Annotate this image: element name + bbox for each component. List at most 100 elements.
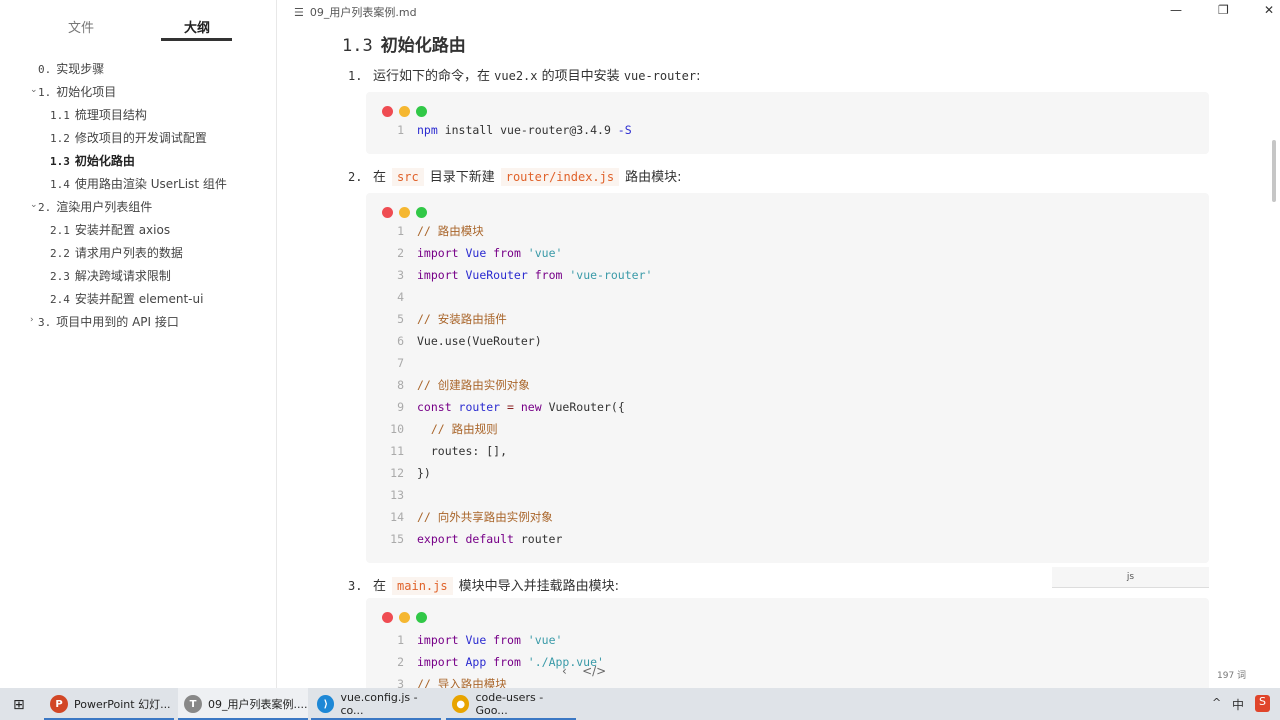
status-bar: ‹ </> bbox=[562, 664, 606, 678]
heading-number: 1.3 bbox=[342, 36, 373, 56]
code-token: // 向外共享路由实例对象 bbox=[417, 510, 553, 524]
code-line: 1 // 路由模块 bbox=[366, 220, 484, 242]
outline-item[interactable]: 2.4 安装并配置 element-ui bbox=[50, 290, 203, 307]
outline-number: 1.1 bbox=[50, 109, 70, 122]
outline-item[interactable]: 2.3 解决跨域请求限制 bbox=[50, 267, 171, 284]
line-number: 3 bbox=[397, 677, 404, 688]
yellow-dot-icon bbox=[399, 207, 410, 218]
outline-number: 2.1 bbox=[50, 224, 70, 237]
code-block-1[interactable]: 1 npm install vue-router@3.4.9 -S bbox=[366, 92, 1209, 154]
taskbar-label: vue.config.js - co... bbox=[340, 691, 418, 717]
inline-code: vue-router bbox=[623, 69, 697, 83]
app-icon: ● bbox=[452, 695, 470, 713]
code-block-3[interactable]: 1 import Vue from 'vue' 2 import App from '… bbox=[366, 598, 1209, 688]
outline-item[interactable]: 2. 渲染用户列表组件 bbox=[38, 198, 152, 215]
tab-files[interactable]: 文件 bbox=[68, 17, 94, 36]
word-count: 197 词 bbox=[1217, 671, 1247, 681]
inline-code: router/index.js bbox=[500, 168, 620, 186]
outline-item[interactable]: 1.2 修改项目的开发调试配置 bbox=[50, 129, 207, 146]
scrollbar[interactable] bbox=[1272, 140, 1276, 202]
outline-number: 1.3 bbox=[50, 155, 70, 168]
outline-item[interactable]: 1.4 使用路由渲染 UserList 组件 bbox=[50, 175, 227, 192]
taskbar-item[interactable]: T 09_用户列表案例.... bbox=[178, 688, 308, 720]
taskbar-label: 09_用户列表案例.... bbox=[208, 698, 308, 711]
code-token: router bbox=[520, 532, 563, 546]
code-token: install vue-router@3.4.9 bbox=[444, 123, 618, 137]
code-line: 15 export default router bbox=[366, 528, 562, 550]
code-line: 1 npm install vue-router@3.4.9 -S bbox=[366, 119, 632, 141]
taskbar-item[interactable]: ⟩ vue.config.js - co... bbox=[311, 688, 441, 720]
step-2: 2. 在 src 目录下新建 router/index.js 路由模块: bbox=[348, 166, 682, 186]
code-token: VueRouter bbox=[465, 268, 535, 282]
outline-item[interactable]: 1. 初始化项目 bbox=[38, 83, 116, 100]
code-line: 14 // 向外共享路由实例对象 bbox=[366, 506, 553, 528]
minimize-button[interactable]: — bbox=[1170, 3, 1182, 17]
close-button[interactable]: ✕ bbox=[1264, 3, 1274, 17]
list-number: 2. bbox=[348, 170, 363, 184]
code-token: from bbox=[493, 633, 528, 647]
outline-label: 使用路由渲染 UserList 组件 bbox=[74, 177, 227, 191]
list-number: 3. bbox=[348, 579, 363, 593]
code-line: 2 import Vue from 'vue' bbox=[366, 242, 562, 264]
outline-number: 2.4 bbox=[50, 293, 70, 306]
menu-icon[interactable]: ☰ bbox=[294, 6, 304, 19]
text: 在 bbox=[373, 579, 387, 594]
outline-label: 梳理项目结构 bbox=[74, 108, 147, 122]
sidebar-toggle-icon[interactable]: ‹ bbox=[562, 664, 567, 678]
tray-chevron-icon[interactable]: ^ bbox=[1212, 696, 1221, 709]
code-token: 'vue' bbox=[527, 633, 563, 647]
taskbar-item[interactable]: ● code-users - Goo... bbox=[446, 688, 576, 720]
code-token: App bbox=[465, 655, 494, 669]
text: 路由模块: bbox=[625, 170, 682, 185]
chevron-right-icon[interactable]: › bbox=[30, 315, 34, 325]
outline-item[interactable]: 2.1 安装并配置 axios bbox=[50, 221, 170, 238]
ime-indicator[interactable]: 中 bbox=[1232, 696, 1244, 713]
input-method-icon[interactable]: S bbox=[1255, 695, 1270, 712]
code-token: // 安装路由插件 bbox=[417, 312, 507, 326]
green-dot-icon bbox=[416, 207, 427, 218]
code-line: 1 import Vue from 'vue' bbox=[366, 629, 562, 651]
taskbar-item[interactable]: P PowerPoint 幻灯... bbox=[44, 688, 174, 720]
windows-start-icon[interactable]: ⊞ bbox=[13, 697, 25, 713]
chevron-down-icon[interactable]: ⌄ bbox=[30, 200, 38, 210]
window-dots bbox=[382, 608, 433, 627]
text: 在 bbox=[373, 170, 387, 185]
line-number: 1 bbox=[397, 224, 404, 238]
outline-label: 实现步骤 bbox=[56, 62, 105, 76]
outline-item[interactable]: 1.3 初始化路由 bbox=[50, 152, 135, 169]
outline-item[interactable]: 0. 实现步骤 bbox=[38, 60, 104, 77]
page-heading: 1.3 初始化路由 bbox=[342, 31, 466, 56]
chevron-down-icon[interactable]: ⌄ bbox=[30, 85, 38, 95]
line-number: 5 bbox=[397, 312, 404, 326]
tab-outline[interactable]: 大纲 bbox=[184, 17, 210, 36]
outline-label: 项目中用到的 API 接口 bbox=[56, 315, 179, 329]
code-token: from bbox=[534, 268, 570, 282]
file-title: ☰ 09_用户列表案例.md bbox=[288, 4, 417, 20]
code-token: // 路由规则 bbox=[417, 422, 498, 436]
code-line: 13 bbox=[366, 484, 417, 506]
code-line: 6 Vue.use(VueRouter) bbox=[366, 330, 542, 352]
code-token: from bbox=[493, 246, 528, 260]
code-block-2[interactable]: 1 // 路由模块 2 import Vue from 'vue' 3 import Vu… bbox=[366, 193, 1209, 563]
line-number: 4 bbox=[397, 290, 404, 304]
code-token: import bbox=[417, 633, 466, 647]
text: 目录下新建 bbox=[429, 170, 495, 185]
active-tab-indicator bbox=[161, 38, 232, 41]
outline-item[interactable]: 2.2 请求用户列表的数据 bbox=[50, 244, 183, 261]
inline-code: main.js bbox=[392, 577, 453, 595]
line-number: 13 bbox=[390, 488, 404, 502]
code-token: // 创建路由实例对象 bbox=[417, 378, 530, 392]
line-number: 10 bbox=[390, 422, 404, 436]
outline-number: 1.4 bbox=[50, 178, 70, 191]
code-token: default bbox=[465, 532, 521, 546]
maximize-button[interactable]: ❐ bbox=[1218, 3, 1229, 17]
outline-item[interactable]: 1.1 梳理项目结构 bbox=[50, 106, 147, 123]
outline-item[interactable]: 3. 项目中用到的 API 接口 bbox=[38, 313, 179, 330]
source-mode-icon[interactable]: </> bbox=[582, 664, 606, 678]
green-dot-icon bbox=[416, 106, 427, 117]
code-language-input[interactable]: js bbox=[1052, 567, 1209, 588]
sidebar: 文件 大纲 0. 实现步骤 1. 初始化项目 ⌄ 1.1 梳理项目结构 1.2 修改项目的开发调… bbox=[0, 0, 277, 688]
line-number: 15 bbox=[390, 532, 404, 546]
code-token: // 导入路由模块 bbox=[417, 677, 507, 688]
text: : bbox=[696, 69, 701, 84]
